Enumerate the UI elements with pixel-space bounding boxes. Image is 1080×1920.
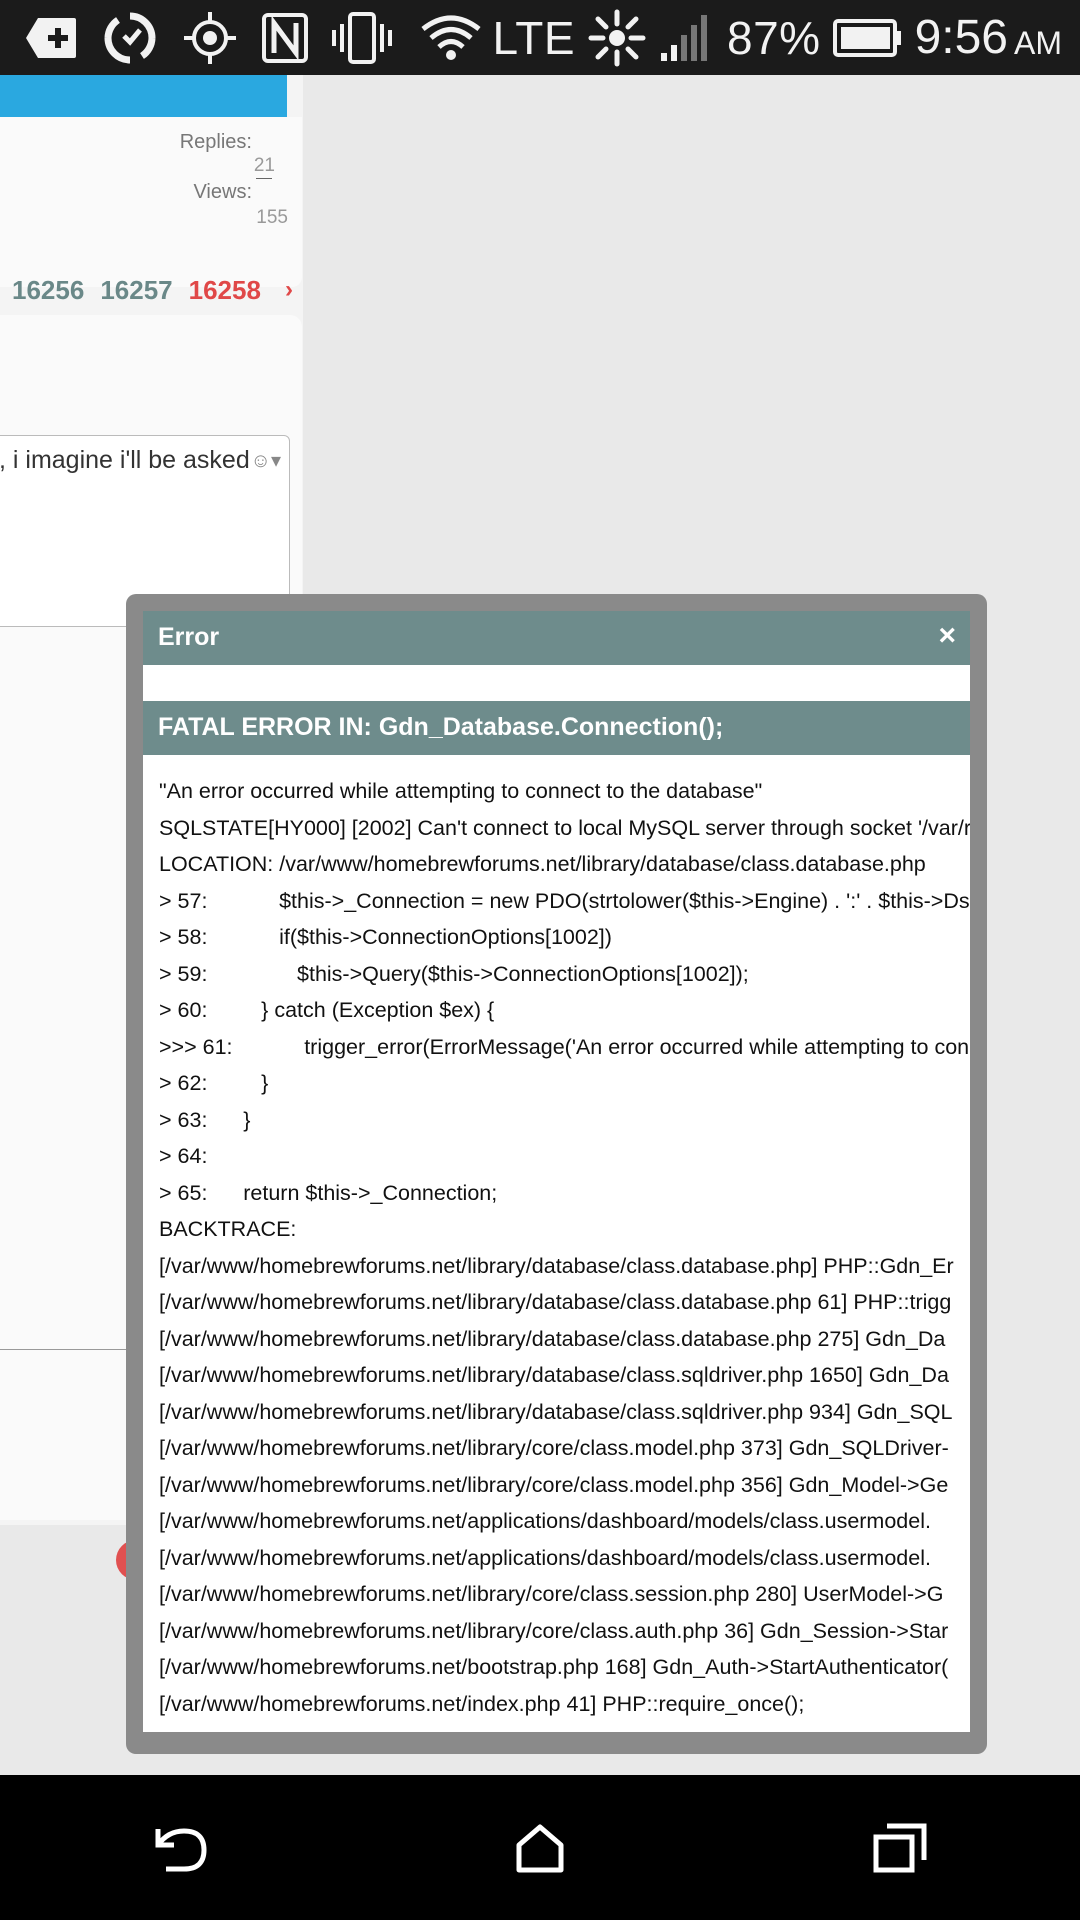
battery-percent: 87% bbox=[727, 11, 821, 64]
error-line: SQLSTATE[HY000] [2002] Can't connect to … bbox=[159, 815, 970, 840]
page-link[interactable]: 16256 bbox=[12, 275, 84, 306]
status-bar-system: LTE 87% 9:56 AM bbox=[421, 8, 1080, 68]
home-icon bbox=[516, 1824, 564, 1872]
page-link[interactable]: 16257 bbox=[100, 275, 172, 306]
signal-icon bbox=[659, 13, 715, 63]
error-line: > 63: } bbox=[159, 1107, 251, 1132]
page-current[interactable]: 16258 bbox=[189, 275, 261, 306]
nfc-icon bbox=[262, 12, 308, 63]
error-line: [/var/www/homebrewforums.net/bootstrap.p… bbox=[159, 1655, 949, 1679]
reply-text: , i imagine i'll be asked bbox=[0, 446, 250, 474]
status-bar-notifications bbox=[0, 10, 392, 66]
error-line: [/var/www/homebrewforums.net/library/cor… bbox=[159, 1436, 949, 1460]
dialog-header: Error × bbox=[143, 611, 970, 665]
recents-icon bbox=[873, 1823, 927, 1872]
error-details: "An error occurred while attempting to c… bbox=[159, 773, 970, 1722]
recents-button[interactable] bbox=[840, 1788, 960, 1908]
wifi-icon bbox=[421, 15, 481, 61]
error-line: > 60: } catch (Exception $ex) { bbox=[159, 998, 495, 1022]
error-line: [/var/www/homebrewforums.net/library/dat… bbox=[159, 1363, 949, 1387]
error-line: > 62: } bbox=[159, 1071, 269, 1095]
close-icon[interactable]: × bbox=[938, 619, 956, 653]
error-line: > 65: return $this->_Connection; bbox=[159, 1180, 498, 1205]
pagination: 16256 16257 16258 › bbox=[0, 265, 302, 315]
error-line: [/var/www/homebrewforums.net/library/cor… bbox=[159, 1618, 949, 1643]
status-bar: LTE 87% 9:56 AM bbox=[0, 0, 1080, 75]
error-line: [/var/www/homebrewforums.net/library/dat… bbox=[159, 1399, 953, 1424]
back-icon bbox=[155, 1827, 207, 1871]
home-button[interactable] bbox=[480, 1788, 600, 1908]
replies-value: 21 bbox=[253, 155, 275, 176]
dialog-title: Error bbox=[158, 623, 220, 651]
error-line: > 59: $this->Query($this->ConnectionOpti… bbox=[159, 961, 749, 986]
gps-icon bbox=[182, 10, 238, 66]
divider bbox=[0, 1349, 140, 1350]
error-line: BACKTRACE: bbox=[159, 1217, 297, 1241]
error-line: [/var/www/homebrewforums.net/library/dat… bbox=[159, 1326, 946, 1351]
stat-divider bbox=[256, 178, 272, 179]
clock-time: 9:56 bbox=[914, 11, 1008, 64]
error-line: [/var/www/homebrewforums.net/index.php 4… bbox=[159, 1691, 805, 1716]
next-page-icon[interactable]: › bbox=[285, 276, 293, 304]
error-line: LOCATION: /var/www/homebrewforums.net/li… bbox=[159, 852, 926, 876]
sync-icon bbox=[102, 10, 158, 66]
error-line: [/var/www/homebrewforums.net/application… bbox=[159, 1509, 931, 1533]
network-type: LTE bbox=[492, 11, 575, 64]
fatal-error-bar: FATAL ERROR IN: Gdn_Database.Connection(… bbox=[143, 701, 970, 755]
battery-icon bbox=[832, 18, 903, 57]
brightness-icon bbox=[587, 8, 647, 68]
thread-header-bar[interactable] bbox=[0, 75, 287, 117]
replies-label: Replies: bbox=[179, 131, 252, 153]
back-button[interactable] bbox=[120, 1788, 240, 1908]
error-line: [/var/www/homebrewforums.net/library/dat… bbox=[159, 1290, 952, 1314]
clock-ampm: AM bbox=[1014, 25, 1062, 61]
error-dialog: Error × FATAL ERROR IN: Gdn_Database.Con… bbox=[126, 594, 987, 1754]
views-label: Views: bbox=[193, 181, 252, 203]
error-line: [/var/www/homebrewforums.net/library/cor… bbox=[159, 1472, 949, 1497]
error-line: >>> 61: trigger_error(ErrorMessage('An e… bbox=[159, 1034, 970, 1059]
vibrate-icon bbox=[332, 11, 392, 64]
error-line: > 57: $this->_Connection = new PDO(strto… bbox=[159, 888, 970, 913]
emoji-icon[interactable]: ☺▾ bbox=[251, 448, 281, 473]
error-line: [/var/www/homebrewforums.net/application… bbox=[159, 1545, 931, 1570]
error-line: [/var/www/homebrewforums.net/library/cor… bbox=[159, 1582, 944, 1606]
fatal-error-heading: FATAL ERROR IN: Gdn_Database.Connection(… bbox=[158, 713, 724, 741]
add-icon bbox=[24, 16, 78, 60]
thread-stats-card: Replies: 21 Views: 155 bbox=[0, 117, 302, 287]
views-value: 155 bbox=[256, 207, 288, 228]
error-line: "An error occurred while attempting to c… bbox=[159, 779, 763, 803]
error-line: > 64: bbox=[159, 1144, 208, 1168]
navigation-bar bbox=[0, 1775, 1080, 1920]
error-line: > 58: if($this->ConnectionOptions[1002]) bbox=[159, 925, 612, 949]
error-dialog-body: Error × FATAL ERROR IN: Gdn_Database.Con… bbox=[143, 611, 970, 1732]
error-line: [/var/www/homebrewforums.net/library/dat… bbox=[159, 1253, 954, 1278]
